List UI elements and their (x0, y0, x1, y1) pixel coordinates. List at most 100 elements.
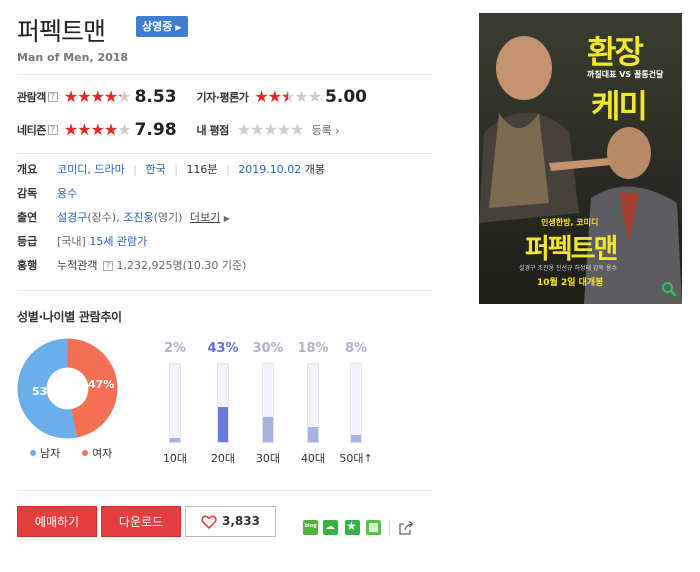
legend-female-label: 여자 (92, 447, 113, 460)
director-link[interactable]: 용수 (57, 186, 77, 202)
status-badge[interactable]: 상영중 ▶ (136, 16, 188, 37)
age-bar-column: 2% 10대 (155, 340, 195, 466)
director-label: 감독 (17, 187, 38, 200)
poster-release: 10월 2일 대개봉 (537, 278, 604, 288)
age-group-label: 40대 (300, 452, 326, 465)
age-percent-label: 8% (344, 341, 368, 356)
help-icon[interactable]: ? (47, 92, 58, 102)
netizen-stars: ★★★★★★★★★★ (63, 120, 132, 139)
age-bar-fill (351, 435, 361, 442)
country-link[interactable]: 한국 (145, 163, 165, 176)
age-group-label: 50대↑ (339, 452, 373, 465)
movie-subtitle: Man of Men, 2018 (17, 51, 129, 64)
boxoffice-label: 흥행 (17, 259, 38, 272)
actor-link-1[interactable]: 설경구 (57, 211, 87, 224)
share-divider (389, 520, 390, 535)
poster-tagline: 까칠대표 VS 꼴통건달 (587, 70, 664, 79)
netizen-score: 7.98 (134, 120, 177, 140)
boxoffice-value: 누적관객 ? 1,232,925명(10.30 기준) (57, 258, 246, 274)
critic-score: 5.00 (325, 87, 367, 107)
poster-headline-2: 케미 (591, 87, 648, 125)
grade-value: [국내] 15세 관람가 (57, 234, 147, 250)
share-icon[interactable] (398, 520, 414, 536)
zoom-icon[interactable] (661, 281, 677, 297)
age-bar-fill (308, 427, 318, 442)
movie-title: 퍼펙트맨 (17, 17, 106, 46)
actor-role-2: (영기) (153, 211, 183, 224)
age-group-label: 10대 (162, 452, 188, 465)
director-row: 감독 용수 (17, 186, 437, 202)
separator: | (226, 163, 230, 176)
audience-rating-label: 관람객 (17, 91, 46, 104)
register-rating-label: 등록 (311, 124, 332, 137)
blog-share-icon[interactable]: blog (303, 520, 318, 535)
age-group-label: 20대 (210, 452, 236, 465)
age-bar-column: 30% 30대 (248, 340, 288, 466)
age-bar-fill (263, 417, 273, 442)
audience-stars: ★★★★★★★★★★ (63, 87, 132, 106)
movie-poster[interactable]: 환장 까칠대표 VS 꼴통건달 케미 인생한방, 코미디 퍼펙트맨 설경구 조진… (479, 13, 682, 304)
poster-headline-1: 환장 (587, 33, 644, 71)
boxoffice-row: 흥행 누적관객 ? 1,232,925명(10.30 기준) (17, 258, 437, 274)
critic-rating-label: 기자·평론가 (196, 91, 249, 104)
age-bar-track (217, 363, 229, 443)
actor-link-2[interactable]: 조진웅 (123, 211, 153, 224)
age-bar-column: 43% 20대 (203, 340, 243, 466)
boxoffice-date: (10.30 기준) (182, 259, 247, 272)
legend-male-dot (30, 450, 36, 456)
cafe-share-icon[interactable] (323, 520, 338, 535)
genre-link-comedy[interactable]: 코미디 (57, 163, 87, 176)
caret-right-icon: ▶ (223, 214, 230, 223)
grade-link[interactable]: 15세 관람가 (89, 235, 147, 248)
like-count: 3,833 (222, 514, 260, 528)
age-bar-fill (170, 438, 180, 442)
release-suffix: 개봉 (304, 163, 326, 176)
grade-label: 등급 (17, 235, 38, 248)
overview-value: 코미디, 드라마 | 한국 | 116분 | 2019.10.02 개봉 (57, 162, 325, 178)
age-bar-track (307, 363, 319, 443)
runtime: 116분 (186, 163, 218, 176)
cast-label: 출연 (17, 211, 38, 224)
overview-row: 개요 코미디, 드라마 | 한국 | 116분 | 2019.10.02 개봉 (17, 162, 437, 178)
help-icon[interactable]: ? (102, 261, 113, 271)
actor-role-1: (장수) (87, 211, 117, 224)
chevron-right-icon: ▶ (175, 23, 182, 32)
audience-score: 8.53 (134, 87, 177, 107)
age-bar-track (262, 363, 274, 443)
my-rating-stars[interactable]: ★★★★★★★★★★ (237, 122, 305, 138)
cast-more-link[interactable]: 더보기 (190, 211, 220, 224)
rating-row-2: 네티즌 ? ★★★★★★★★★★ 7.98 내 평점 ★★★★★★★★★★ 등록… (17, 119, 437, 141)
male-percent-label: 53% (32, 385, 58, 398)
separator: | (133, 163, 137, 176)
bookmark-share-icon[interactable]: ★ (345, 519, 360, 535)
help-icon[interactable]: ? (47, 125, 58, 135)
book-button[interactable]: 예매하기 (17, 506, 97, 537)
age-bar-column: 18% 40대 (293, 340, 333, 466)
overview-label: 개요 (17, 163, 38, 176)
cast-value: 설경구(장수), 조진웅(영기) 더보기 ▶ (57, 210, 230, 227)
poster-credits: 설경구 조진웅 진선규 허성태 감독 용수 (519, 265, 617, 272)
genre-link-drama[interactable]: 드라마 (94, 163, 124, 176)
release-date-link[interactable]: 2019.10.02 (238, 163, 301, 176)
divider (17, 74, 432, 75)
legend-male: 남자 (30, 445, 60, 461)
my-rating-label: 내 평점 (196, 124, 230, 137)
register-rating-link[interactable]: 등록 › (311, 122, 339, 138)
download-button[interactable]: 다운로드 (101, 506, 181, 537)
age-bar-column: 8% 50대↑ (336, 340, 376, 466)
legend-male-label: 남자 (40, 447, 61, 460)
rating-row-1: 관람객 ? ★★★★★★★★★★ 8.53 기자·평론가 ★★★★★★★★★★ … (17, 86, 437, 108)
divider (17, 490, 432, 491)
age-bar-track (350, 363, 362, 443)
divider (17, 290, 432, 291)
blog-share-label: blog (304, 523, 317, 529)
heart-icon (201, 515, 217, 529)
netizen-rating-label: 네티즌 (17, 124, 46, 137)
like-button[interactable]: 3,833 (185, 506, 276, 537)
cast-row: 출연 설경구(장수), 조진웅(영기) 더보기 ▶ (17, 210, 437, 226)
band-share-icon[interactable] (366, 520, 381, 535)
status-badge-label: 상영중 (142, 20, 173, 33)
chevron-right-icon: › (335, 124, 340, 137)
grade-region: [국내] (57, 235, 86, 248)
age-bar-track (169, 363, 181, 443)
